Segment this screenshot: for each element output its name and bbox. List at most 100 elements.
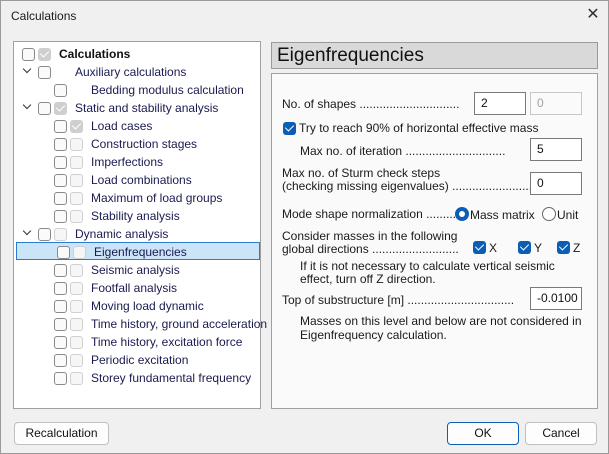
tree-item-label: Periodic excitation [91, 353, 189, 367]
tree-item[interactable]: Imperfections [14, 153, 260, 171]
tree-item[interactable]: Periodic excitation [14, 351, 260, 369]
tree-item-label: Static and stability analysis [75, 101, 219, 115]
tree-item[interactable]: Seismic analysis [14, 261, 260, 279]
tree-checkbox[interactable] [38, 102, 51, 115]
direction-y-checkbox[interactable] [518, 241, 531, 254]
settings-panel: No. of shapes ..........................… [271, 73, 598, 409]
substructure-note-line1: Masses on this level and below are not c… [300, 314, 582, 328]
tree-secondary-checkbox[interactable] [73, 246, 86, 259]
tree-item-label: Time history, ground acceleration [91, 317, 268, 331]
tree-secondary-checkbox[interactable] [54, 102, 67, 115]
tree-item-label: Load combinations [91, 173, 192, 187]
tree-secondary-checkbox[interactable] [70, 210, 83, 223]
tree-item[interactable]: Time history, ground acceleration [14, 315, 267, 333]
tree-item[interactable]: Maximum of load groups [14, 189, 260, 207]
tree-checkbox[interactable] [22, 48, 35, 61]
tree-item[interactable]: Calculations [14, 45, 260, 63]
tree-checkbox[interactable] [54, 138, 67, 151]
direction-x-checkbox[interactable] [473, 241, 486, 254]
tree-checkbox[interactable] [54, 282, 67, 295]
tree-checkbox[interactable] [54, 372, 67, 385]
tree-secondary-checkbox[interactable] [38, 48, 51, 61]
masses-label-line2: global directions ......................… [282, 242, 459, 256]
tree-secondary-checkbox[interactable] [54, 228, 67, 241]
tree-secondary-checkbox[interactable] [70, 120, 83, 133]
tree-item[interactable]: Eigenfrequencies [16, 242, 260, 260]
tree-item[interactable]: Bedding modulus calculation [14, 81, 260, 99]
tree-checkbox[interactable] [54, 336, 67, 349]
tree-item[interactable]: Moving load dynamic [14, 297, 260, 315]
tree-secondary-checkbox[interactable] [70, 372, 83, 385]
tree-item-label: Storey fundamental frequency [91, 371, 252, 385]
tree-checkbox[interactable] [54, 264, 67, 277]
tree-secondary-checkbox[interactable] [70, 318, 83, 331]
direction-z-checkbox[interactable] [557, 241, 570, 254]
tree-item-label: Calculations [59, 47, 131, 61]
direction-y-label: Y [534, 241, 543, 255]
tree-item-label: Footfall analysis [91, 281, 178, 295]
tree-item-label: Auxiliary calculations [75, 65, 187, 79]
tree-checkbox[interactable] [54, 354, 67, 367]
substructure-note-line2: Eigenfrequency calculation. [300, 328, 447, 342]
tree-checkbox[interactable] [54, 84, 67, 97]
max-iteration-label: Max no. of iteration ...................… [300, 144, 506, 158]
direction-z-label: Z [573, 241, 581, 255]
tree-secondary-checkbox[interactable] [70, 354, 83, 367]
tree-item-label: Maximum of load groups [91, 191, 223, 205]
tree-item-label: Construction stages [91, 137, 198, 151]
tree-checkbox[interactable] [38, 228, 51, 241]
tree-secondary-checkbox[interactable] [70, 264, 83, 277]
tree-checkbox[interactable] [54, 318, 67, 331]
tree-item[interactable]: Dynamic analysis [14, 225, 260, 243]
tree-checkbox[interactable] [54, 174, 67, 187]
sturm-steps-input[interactable]: 0 [530, 172, 582, 195]
tree-checkbox[interactable] [54, 120, 67, 133]
substructure-input[interactable]: -0.0100 [530, 287, 582, 310]
chevron-down-icon[interactable] [22, 227, 32, 237]
tree-item[interactable]: Load combinations [14, 171, 260, 189]
tree-secondary-checkbox[interactable] [70, 336, 83, 349]
tree-item-label: Time history, excitation force [91, 335, 243, 349]
tree-checkbox[interactable] [38, 66, 51, 79]
tree-item[interactable]: Static and stability analysis [14, 99, 260, 117]
tree-item[interactable]: Footfall analysis [14, 279, 260, 297]
masses-label-line1: Consider masses in the following [282, 229, 458, 243]
tree-secondary-checkbox[interactable] [70, 138, 83, 151]
masses-note-line2: effect, turn off Z direction. [300, 272, 436, 286]
max-iteration-input[interactable]: 5 [530, 138, 582, 161]
tree-item[interactable]: Stability analysis [14, 207, 260, 225]
tree-secondary-checkbox[interactable] [70, 156, 83, 169]
tree-item[interactable]: Load cases [14, 117, 260, 135]
tree-item-label: Bedding modulus calculation [91, 83, 244, 97]
tree-item[interactable]: Construction stages [14, 135, 260, 153]
close-icon[interactable]: ✕ [581, 3, 605, 27]
tree-checkbox[interactable] [54, 192, 67, 205]
tree-checkbox[interactable] [57, 246, 70, 259]
tree-item-label: Dynamic analysis [75, 227, 169, 241]
cancel-button[interactable]: Cancel [525, 422, 597, 445]
try90-label: Try to reach 90% of horizontal effective… [299, 121, 539, 135]
tree-secondary-checkbox[interactable] [70, 282, 83, 295]
unit-radio[interactable] [542, 207, 556, 221]
window-title: Calculations [11, 9, 77, 23]
chevron-down-icon[interactable] [22, 65, 32, 75]
tree-secondary-checkbox[interactable] [70, 300, 83, 313]
tree-checkbox[interactable] [54, 300, 67, 313]
masses-note-line1: If it is not necessary to calculate vert… [300, 259, 555, 273]
chevron-down-icon[interactable] [22, 101, 32, 111]
tree-checkbox[interactable] [54, 156, 67, 169]
try90-checkbox[interactable] [283, 122, 296, 135]
tree-secondary-checkbox[interactable] [70, 174, 83, 187]
unit-label: Unit [557, 208, 579, 222]
ok-button[interactable]: OK [447, 422, 519, 445]
sturm-label-line2: (checking missing eigenvalues) .........… [282, 179, 533, 193]
tree-checkbox[interactable] [54, 210, 67, 223]
tree-item[interactable]: Time history, excitation force [14, 333, 260, 351]
tree-item[interactable]: Auxiliary calculations [14, 63, 260, 81]
tree-item[interactable]: Storey fundamental frequency [14, 369, 260, 387]
tree-item-label: Seismic analysis [91, 263, 180, 277]
recalculation-button[interactable]: Recalculation [14, 422, 109, 445]
no-shapes-input[interactable]: 2 [474, 92, 526, 115]
tree-secondary-checkbox[interactable] [70, 192, 83, 205]
mass-matrix-radio[interactable] [455, 207, 469, 221]
